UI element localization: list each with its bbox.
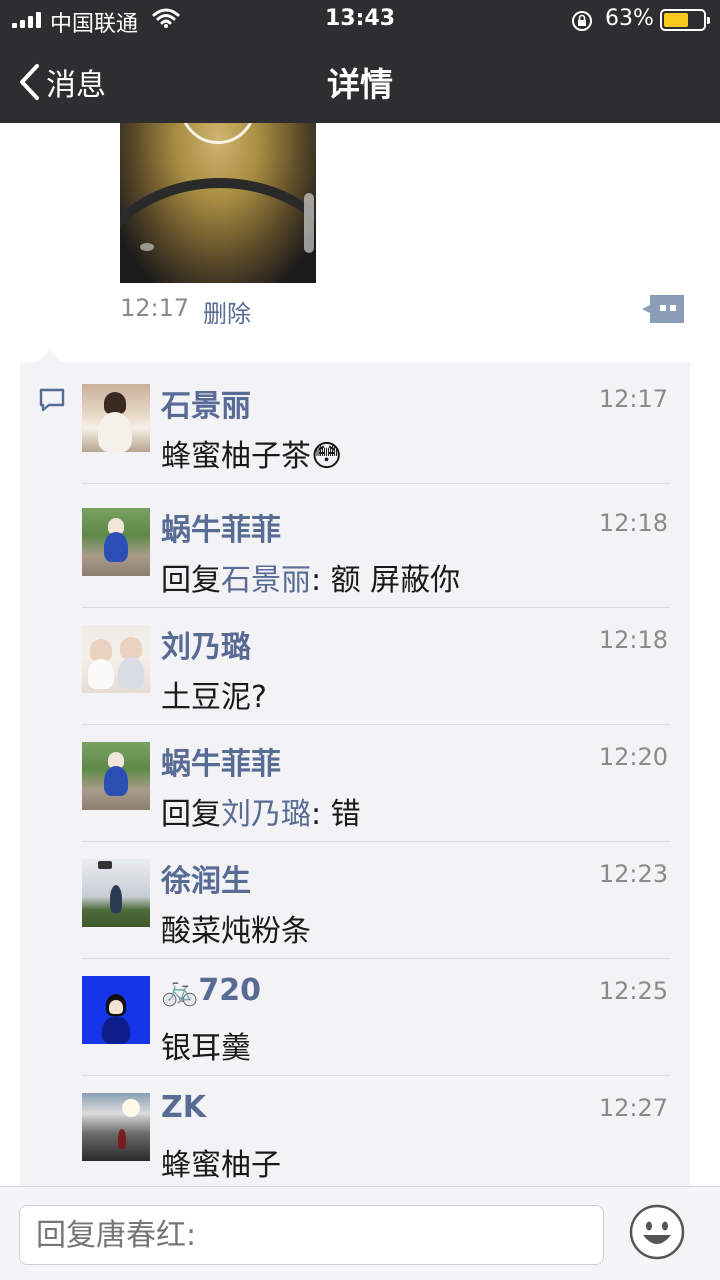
- avatar[interactable]: [82, 976, 150, 1044]
- flushed-face-emoji: 😳: [311, 439, 343, 474]
- comment-time: 12:23: [598, 860, 668, 888]
- play-icon: [180, 123, 256, 144]
- comment-item[interactable]: 刘乃璐 12:18 土豆泥?: [82, 608, 670, 725]
- comment-time: 12:27: [598, 1094, 668, 1122]
- avatar[interactable]: [82, 742, 150, 810]
- comment-time: 12:17: [598, 385, 668, 413]
- post-photo[interactable]: [120, 123, 316, 283]
- comment-item[interactable]: 🚲720 12:25 银耳羹: [82, 959, 670, 1076]
- comment-text: 回复刘乃璐: 错: [161, 797, 361, 832]
- commenter-name[interactable]: 🚲720: [161, 973, 261, 1008]
- battery-fill: [664, 13, 688, 27]
- battery-icon: [660, 9, 710, 31]
- comment-text: 蜂蜜柚子: [161, 1148, 281, 1183]
- comment-time: 12:20: [598, 743, 668, 771]
- comment-item[interactable]: 石景丽 12:17 蜂蜜柚子茶😳: [82, 367, 670, 484]
- comment-item[interactable]: 蜗牛菲菲 12:18 回复石景丽: 额 屏蔽你: [82, 491, 670, 608]
- avatar[interactable]: [82, 625, 150, 693]
- comment-text: 蜂蜜柚子茶😳: [161, 439, 343, 474]
- avatar[interactable]: [82, 1093, 150, 1161]
- rotation-lock-icon: [572, 11, 592, 31]
- commenter-name[interactable]: 蜗牛菲菲: [161, 739, 281, 783]
- reply-target-name: 刘乃璐: [221, 797, 311, 832]
- battery-percent: 63%: [605, 6, 654, 31]
- reply-input[interactable]: [19, 1205, 604, 1265]
- commenter-name[interactable]: 刘乃璐: [161, 622, 251, 666]
- comment-item[interactable]: ZK 12:27 蜂蜜柚子: [82, 1076, 670, 1193]
- bicycle-icon: 🚲: [161, 973, 199, 1008]
- comment-item[interactable]: 蜗牛菲菲 12:20 回复刘乃璐: 错: [82, 725, 670, 842]
- avatar[interactable]: [82, 508, 150, 576]
- comment-text: 回复石景丽: 额 屏蔽你: [161, 563, 461, 598]
- avatar[interactable]: [82, 859, 150, 927]
- reply-bar: [0, 1186, 720, 1280]
- delete-link[interactable]: 删除: [203, 294, 251, 329]
- comment-time: 12:18: [598, 626, 668, 654]
- comment-item[interactable]: 徐润生 12:23 酸菜炖粉条: [82, 842, 670, 959]
- avatar[interactable]: [82, 384, 150, 452]
- post-time: 12:17: [120, 294, 190, 322]
- comment-text: 酸菜炖粉条: [161, 914, 311, 949]
- reply-target-name: 石景丽: [221, 563, 311, 598]
- comment-time: 12:25: [598, 977, 668, 1005]
- comment-icon: [39, 388, 65, 412]
- page-title: 详情: [327, 65, 393, 104]
- more-actions-icon[interactable]: [642, 293, 686, 325]
- commenter-name[interactable]: ZK: [161, 1090, 206, 1125]
- status-bar: 中国联通 13:43 63%: [0, 0, 720, 40]
- top-bar: 中国联通 13:43 63% 消息 详情: [0, 0, 720, 123]
- commenter-name[interactable]: 石景丽: [161, 381, 251, 425]
- emoji-icon[interactable]: [628, 1203, 686, 1261]
- commenter-name[interactable]: 徐润生: [161, 856, 251, 900]
- commenter-name[interactable]: 蜗牛菲菲: [161, 505, 281, 549]
- comment-time: 12:18: [598, 509, 668, 537]
- nav-bar: 消息 详情: [0, 40, 720, 123]
- comment-text: 银耳羹: [161, 1031, 251, 1066]
- comment-text: 土豆泥?: [161, 680, 267, 715]
